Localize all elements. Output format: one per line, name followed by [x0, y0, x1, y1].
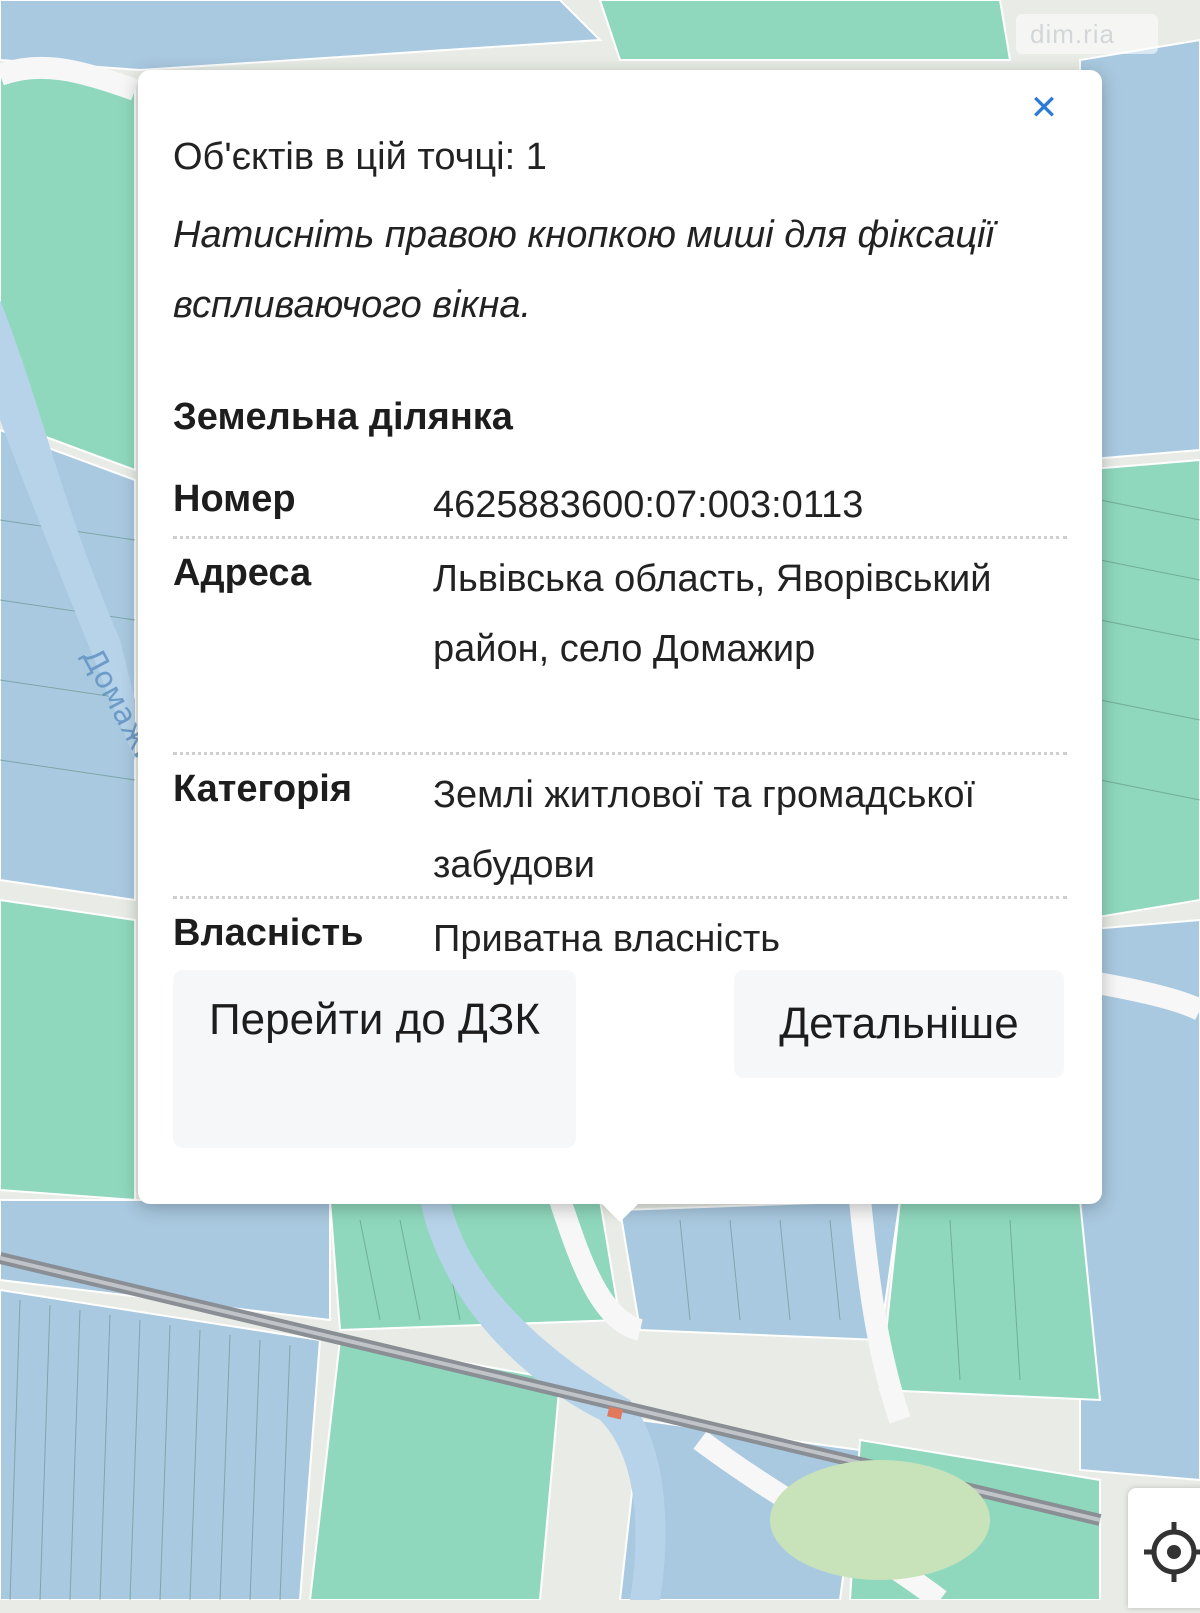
close-icon[interactable]: ✕: [1028, 88, 1060, 128]
locate-button[interactable]: [1128, 1488, 1200, 1608]
field-label-ownership: Власність: [173, 912, 364, 954]
field-label-number: Номер: [173, 478, 296, 520]
field-divider: [173, 896, 1067, 899]
field-value-ownership: Приватна власність: [433, 918, 781, 960]
crosshair-locate-icon: [1144, 1522, 1200, 1582]
field-value-number: 4625883600:07:003:0113: [433, 484, 864, 526]
details-button[interactable]: Детальніше: [734, 970, 1064, 1078]
field-label-address: Адреса: [173, 552, 312, 594]
field-divider: [173, 752, 1067, 755]
section-title-land-plot: Земельна ділянка: [173, 396, 513, 438]
go-to-dzk-button[interactable]: Перейти до ДЗК: [173, 970, 576, 1148]
popup-pointer: [598, 1200, 642, 1222]
field-divider: [173, 536, 1067, 539]
objects-count-text: Об'єктів в цій точці: 1: [173, 136, 547, 178]
field-label-category: Категорія: [173, 768, 353, 810]
field-value-address: Львівська область, Яворівський район, се…: [433, 558, 992, 670]
popup-hint-text: Натисніть правою кнопкою миші для фіксац…: [173, 214, 994, 326]
dim-ria-watermark: dim.ria: [1016, 14, 1158, 54]
map-green-area: [770, 1460, 990, 1580]
field-value-category: Землі житлової та громадської забудови: [433, 774, 976, 886]
